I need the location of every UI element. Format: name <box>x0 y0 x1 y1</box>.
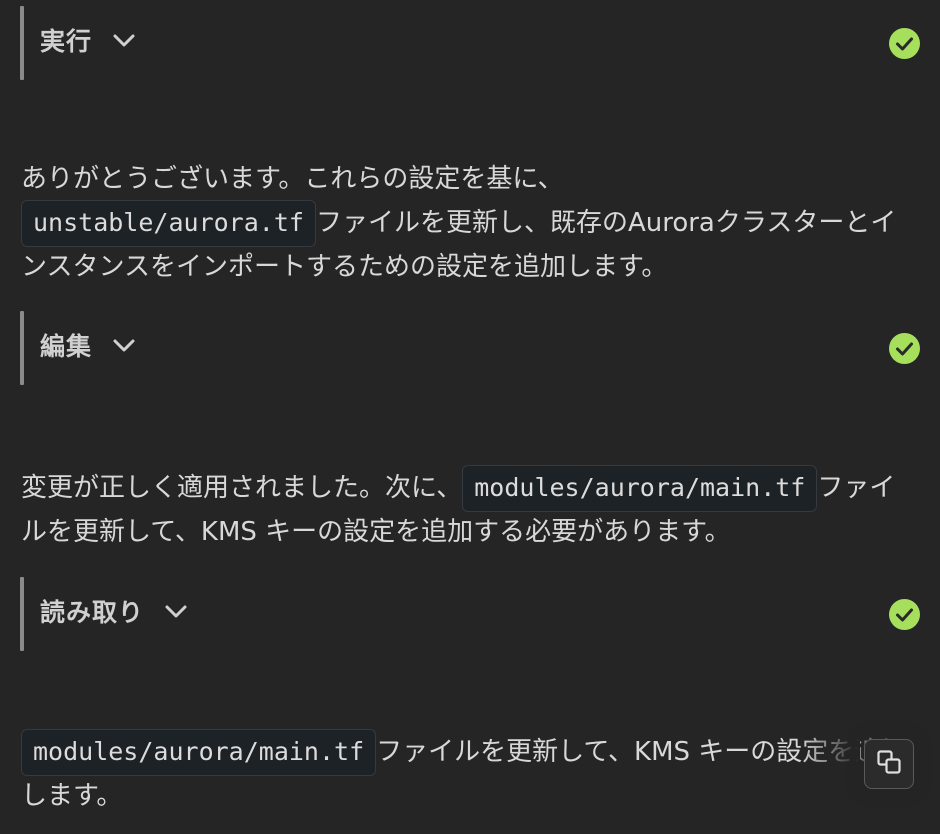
step-title: 読み取り <box>40 598 145 627</box>
assistant-message-streaming: modules/aurora/main.tf ファイルを更新して、KMS キーの設… <box>21 729 921 817</box>
step-indicator-bar <box>20 311 24 385</box>
step-indicator-bar <box>20 577 24 651</box>
step-toggle[interactable]: 読み取り <box>40 593 188 629</box>
chevron-down-icon[interactable] <box>164 599 188 623</box>
assistant-message: ありがとうございます。これらの設定を基に、 unstable/aurora.tf… <box>21 159 921 288</box>
assistant-message: 変更が正しく適用されました。次に、 modules/aurora/main.tf フ… <box>21 465 921 553</box>
step-toggle[interactable]: 実行 <box>40 22 136 58</box>
chevron-down-icon[interactable] <box>112 333 136 357</box>
step-title: 編集 <box>40 332 93 361</box>
copy-button-fade <box>800 730 860 780</box>
check-circle-icon <box>889 599 920 630</box>
tool-step-run: 実行 <box>20 6 920 80</box>
message-text: 変更が正しく適用されました。次に、 <box>21 473 463 503</box>
step-indicator-bar <box>20 6 24 80</box>
check-circle-icon <box>889 28 920 59</box>
message-text: ありがとうございます。これらの設定を基に、 <box>21 164 564 194</box>
tool-step-read: 読み取り <box>20 577 920 651</box>
check-circle-icon <box>889 333 920 364</box>
step-title: 実行 <box>40 27 93 56</box>
inline-code-filename: unstable/aurora.tf <box>21 200 316 247</box>
inline-code-filename: modules/aurora/main.tf <box>21 729 377 776</box>
copy-icon <box>876 749 902 779</box>
copy-button[interactable] <box>864 739 914 789</box>
inline-code-filename: modules/aurora/main.tf <box>462 465 818 512</box>
chevron-down-icon[interactable] <box>112 28 136 52</box>
tool-step-edit: 編集 <box>20 311 920 385</box>
step-toggle[interactable]: 編集 <box>40 327 136 363</box>
